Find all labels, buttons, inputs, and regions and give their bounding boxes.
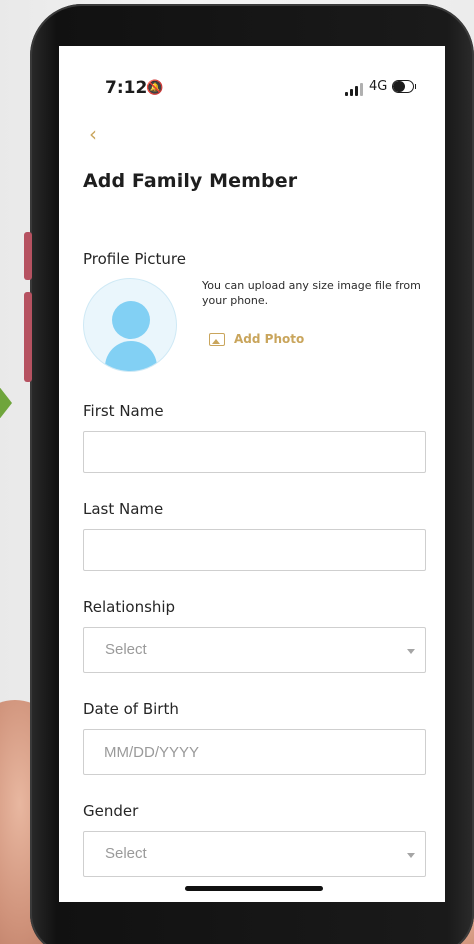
date-of-birth-label: Date of Birth [83,700,179,718]
date-of-birth-input[interactable] [84,730,425,774]
bell-muted-icon: 🔕 [146,80,164,96]
phone-screen: 7:12 🔕 4G ‹ Add Family Member Profile Pi… [59,46,445,902]
relationship-select[interactable]: Select [83,627,426,673]
gender-value: Select [105,845,147,862]
add-photo-button[interactable]: Add Photo [209,332,304,346]
first-name-field [83,431,426,473]
last-name-label: Last Name [83,500,164,518]
gender-select[interactable]: Select [83,831,426,877]
battery-cap [415,84,419,89]
chevron-left-icon[interactable]: ‹ [89,122,97,146]
phone-side-button-lower [24,292,32,382]
phone-side-button-upper [24,232,32,280]
last-name-field [83,529,426,571]
avatar-body [105,341,157,371]
page-title: Add Family Member [83,170,298,192]
battery-icon [392,80,414,93]
relationship-label: Relationship [83,598,176,616]
gender-label: Gender [83,802,139,820]
avatar-head [112,301,150,339]
chevron-down-icon [407,853,415,858]
add-photo-label: Add Photo [234,332,305,346]
profile-picture-label: Profile Picture [83,250,186,268]
first-name-label: First Name [83,402,164,420]
relationship-value: Select [105,641,147,658]
status-time: 7:12 [105,78,148,98]
network-type: 4G [369,79,388,94]
date-of-birth-field [83,729,426,775]
status-bar: 7:12 🔕 4G [59,46,445,126]
last-name-input[interactable] [84,530,425,570]
upload-hint: You can upload any size image file from … [202,279,421,307]
signal-bars-icon [345,82,363,96]
image-icon [209,332,225,346]
first-name-input[interactable] [84,432,425,472]
home-indicator[interactable] [185,886,323,891]
person-placeholder-icon[interactable] [83,278,177,372]
scene: 7:12 🔕 4G ‹ Add Family Member Profile Pi… [0,0,474,944]
chevron-down-icon [407,649,415,654]
decorative-arrow [0,388,12,418]
